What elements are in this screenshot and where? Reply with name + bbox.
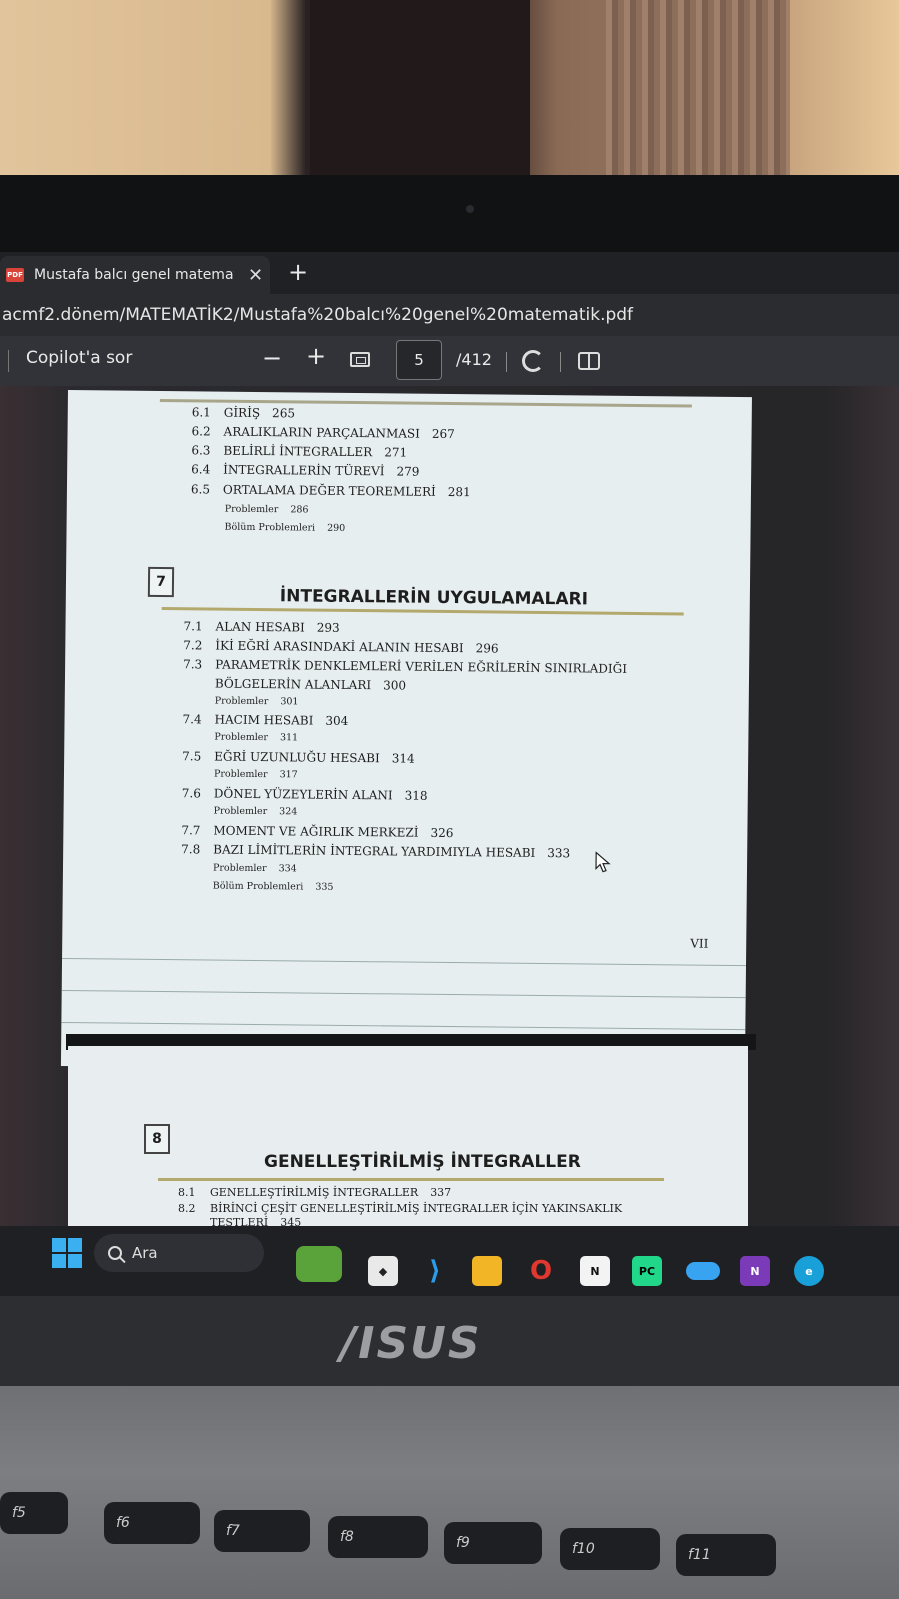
toc-entry: 8.2 BİRİNCİ ÇEŞİT GENELLEŞTİRİLMİŞ İNTEGR… [178, 1202, 623, 1215]
keyboard-deck: f5 f6 f7 f8 f9 f10 f11 [0, 1386, 899, 1599]
key-f6: f6 [104, 1502, 200, 1544]
toc-entry: 6.2 ARALIKLARIN PARÇALANMASI 267 [191, 424, 455, 442]
brand-logo: /ISUS [340, 1318, 482, 1369]
chapter-rule [161, 606, 684, 616]
zoom-out-button[interactable]: − [262, 344, 282, 372]
pdf-icon: PDF [6, 268, 24, 282]
key-f11: f11 [676, 1534, 776, 1576]
new-tab-button[interactable]: + [288, 258, 308, 286]
copilot-button[interactable]: Copilot'a sor [26, 348, 132, 368]
search-label: Ara [132, 1244, 158, 1262]
toc-subentry: Bölüm Problemleri 335 [212, 880, 334, 893]
page-number-roman: VII [690, 936, 709, 951]
fit-page-icon[interactable] [350, 352, 370, 367]
key-f8: f8 [328, 1516, 428, 1558]
key-f7: f7 [214, 1510, 310, 1552]
windows-start-icon[interactable] [52, 1238, 82, 1268]
toc-subentry: Problemler 324 [213, 805, 298, 818]
curtain [600, 0, 790, 175]
page-edge-line [61, 1021, 746, 1031]
onedrive-icon[interactable] [686, 1262, 720, 1280]
toc-entry: 7.8 BAZI LİMİTLERİN İNTEGRAL YARDIMIYLA H… [181, 842, 571, 861]
tab-bar: PDF Mustafa balcı genel matematik.p ✕ + [0, 252, 899, 294]
app-store-icon[interactable]: ◆ [368, 1256, 398, 1286]
pdf-page: 6.1 GİRİŞ 265 6.2 ARALIKLARIN PARÇALANMASI 2… [60, 390, 752, 1074]
toc-entry: 6.1 GİRİŞ 265 [191, 405, 296, 421]
chapter-rule [158, 1178, 664, 1181]
tab-pdf[interactable]: PDF Mustafa balcı genel matematik.p ✕ [0, 256, 270, 294]
search-icon [108, 1246, 122, 1260]
toc-subentry: Problemler 334 [212, 862, 297, 875]
taskbar: Ara ◆ ⟩ O N PC N e [0, 1226, 899, 1296]
vscode-icon[interactable]: ⟩ [420, 1256, 450, 1286]
toc-entry: 7.7 MOMENT VE AĞIRLIK MERKEZİ 326 [181, 823, 454, 841]
edge-icon[interactable]: e [794, 1256, 824, 1286]
background-room [0, 0, 899, 180]
toc-entry: 7.1 ALAN HESABI 293 [183, 619, 340, 635]
toc-entry: 7.3 PARAMETRİK DENKLEMLERİ VERİLEN EĞRİLE… [183, 657, 628, 676]
toc-subentry: Problemler 301 [214, 695, 299, 708]
opera-icon[interactable]: O [526, 1256, 556, 1286]
toc-subentry: Bölüm Problemleri 290 [224, 521, 346, 534]
laptop-bezel [0, 175, 899, 255]
minecraft-icon[interactable] [296, 1246, 342, 1282]
close-icon[interactable]: ✕ [248, 265, 263, 286]
page-edge-line [62, 957, 747, 967]
dark-doorway [310, 0, 530, 180]
toc-entry-continued: BÖLGELERİN ALANLARI 300 [214, 676, 407, 693]
key-f9: f9 [444, 1522, 542, 1564]
toc-entry: 7.4 HACIM HESABI 304 [182, 712, 349, 728]
chapter-number-box: 7 [147, 566, 175, 598]
toc-subentry: Problemler 317 [213, 768, 298, 781]
address-bar[interactable]: acmf2.dönem/MATEMATİK2/Mustafa%20balcı%2… [0, 294, 899, 336]
page-total: /412 [456, 350, 492, 369]
tab-title: Mustafa balcı genel matematik.p [34, 267, 234, 283]
chapter-number-box: 8 [144, 1124, 170, 1154]
notion-icon[interactable]: N [580, 1256, 610, 1286]
toc-subentry: Problemler 286 [224, 503, 309, 516]
taskbar-search[interactable]: Ara [94, 1234, 264, 1272]
toc-entry: 7.6 DÖNEL YÜZEYLERİN ALANI 318 [181, 786, 428, 803]
rotate-icon[interactable] [522, 350, 544, 372]
key-f10: f10 [560, 1528, 660, 1570]
page-edge-line [61, 989, 746, 999]
toolbar-divider [506, 352, 507, 372]
webcam [466, 205, 474, 213]
pycharm-icon[interactable]: PC [632, 1256, 662, 1286]
chapter-title: İNTEGRALLERİN UYGULAMALARI [279, 586, 589, 610]
toc-entry: 7.2 İKİ EĞRİ ARASINDAKİ ALANIN HESABI 296 [183, 638, 499, 656]
toolbar-divider [560, 352, 561, 372]
toc-entry: 7.5 EĞRİ UZUNLUĞU HESABI 314 [182, 749, 415, 766]
onenote-icon[interactable]: N [740, 1256, 770, 1286]
toc-entry: 6.3 BELİRLİ İNTEGRALLER 271 [191, 443, 408, 460]
file-explorer-icon[interactable] [472, 1256, 502, 1286]
address-text: acmf2.dönem/MATEMATİK2/Mustafa%20balcı%2… [2, 305, 634, 325]
toolbar-divider [8, 350, 9, 372]
key-f5: f5 [0, 1492, 68, 1534]
mouse-cursor-icon [595, 851, 611, 873]
zoom-in-button[interactable]: + [306, 342, 326, 370]
toc-entry: 8.1 GENELLEŞTİRİLMİŞ İNTEGRALLER 337 [178, 1186, 452, 1199]
toc-entry: 6.4 İNTEGRALLERİN TÜREVİ 279 [191, 462, 420, 479]
two-page-view-icon[interactable] [578, 352, 600, 370]
toc-entry: 6.5 ORTALAMA DEĞER TEOREMLERİ 281 [190, 482, 471, 500]
toc-subentry: Problemler 311 [214, 731, 299, 744]
chapter-title: GENELLEŞTİRİLMİŞ İNTEGRALLER [264, 1152, 581, 1172]
pdf-toolbar: Copilot'a sor − + 5 /412 [0, 336, 899, 386]
page-number-input[interactable]: 5 [396, 340, 442, 380]
